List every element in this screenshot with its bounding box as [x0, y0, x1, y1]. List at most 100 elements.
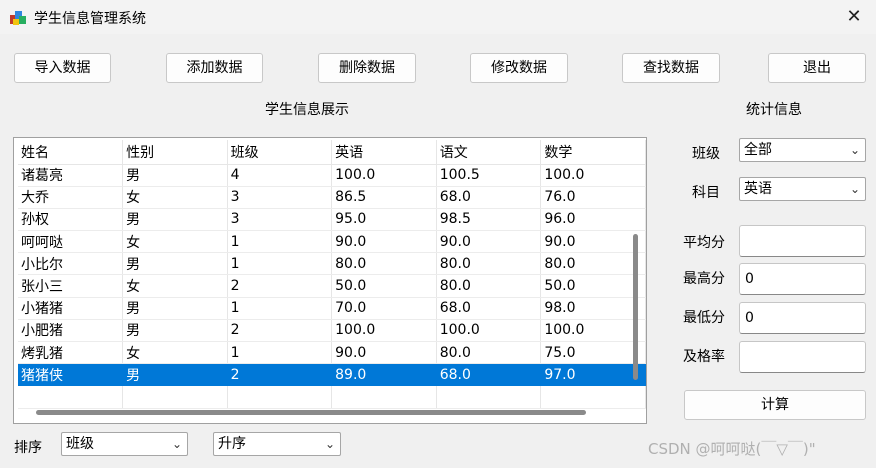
table-cell[interactable]: 90.0 — [436, 230, 542, 254]
find-button[interactable]: 查找数据 — [622, 53, 720, 83]
table-cell — [436, 385, 542, 409]
table-cell[interactable]: 95.0 — [331, 208, 437, 232]
table-cell[interactable]: 男 — [122, 363, 228, 387]
table-cell[interactable]: 100.0 — [436, 319, 542, 343]
table-cell[interactable]: 100.5 — [436, 164, 542, 187]
table-cell[interactable]: 小比尔 — [18, 252, 124, 276]
add-button[interactable]: 添加数据 — [166, 53, 263, 83]
table-cell[interactable]: 孙权 — [18, 208, 124, 232]
import-button[interactable]: 导入数据 — [14, 53, 111, 83]
table-cell[interactable]: 50.0 — [540, 274, 646, 298]
table-row[interactable]: 诸葛亮男 4 100.0 100.5 100.0 — [18, 164, 646, 187]
table-cell[interactable]: 80.0 — [331, 252, 437, 276]
table-cell[interactable]: 男 — [122, 164, 228, 187]
table-cell[interactable]: 猪猪侠 — [18, 363, 124, 387]
table-cell[interactable]: 2 — [227, 274, 333, 298]
table-cell[interactable]: 女 — [122, 341, 228, 365]
class-select[interactable]: 全部 ⌄ — [739, 138, 866, 162]
table-row[interactable]: 烤乳猪女 1 90.0 80.0 75.0 — [18, 341, 646, 365]
table-cell[interactable]: 50.0 — [331, 274, 437, 298]
column-header[interactable]: 英语 — [331, 140, 437, 165]
table-cell[interactable]: 男 — [122, 319, 228, 343]
table-cell[interactable]: 女 — [122, 230, 228, 254]
pass-rate-field[interactable] — [739, 341, 866, 373]
calculate-button[interactable]: 计算 — [684, 390, 866, 420]
table-cell[interactable]: 98.5 — [436, 208, 542, 232]
table-cell[interactable]: 烤乳猪 — [18, 341, 124, 365]
table-cell[interactable]: 女 — [122, 186, 228, 209]
table-cell[interactable]: 90.0 — [331, 341, 437, 365]
table-cell[interactable]: 1 — [227, 252, 333, 276]
table-row[interactable]: 张小三女 2 50.0 80.0 50.0 — [18, 274, 646, 298]
table-cell[interactable]: 男 — [122, 297, 228, 320]
column-header[interactable]: 姓名 — [18, 140, 124, 165]
student-grid[interactable]: 姓名 性别 班级 英语 语文 数学 诸葛亮男 4 100.0 100.5 100.0 大乔女 3 86.5… — [18, 140, 646, 409]
exit-button[interactable]: 退出 — [768, 53, 866, 83]
subject-select[interactable]: 英语 ⌄ — [739, 177, 866, 201]
table-cell[interactable]: 女 — [122, 274, 228, 298]
horizontal-scrollbar[interactable] — [36, 410, 586, 415]
table-cell[interactable]: 诸葛亮 — [18, 164, 124, 187]
table-cell[interactable]: 80.0 — [436, 274, 542, 298]
table-row[interactable]: 呵呵哒女 1 90.0 90.0 90.0 — [18, 230, 646, 254]
column-header[interactable]: 性别 — [122, 140, 228, 165]
table-row[interactable]: 猪猪侠男 2 89.0 68.0 97.0 — [18, 363, 646, 387]
table-cell[interactable]: 男 — [122, 252, 228, 276]
column-header[interactable]: 数学 — [540, 140, 646, 165]
vertical-scrollbar[interactable] — [633, 234, 638, 380]
table-cell[interactable]: 1 — [227, 230, 333, 254]
table-cell[interactable]: 96.0 — [540, 208, 646, 232]
table-cell[interactable]: 90.0 — [331, 230, 437, 254]
max-field[interactable]: 0 — [739, 263, 866, 295]
table-cell[interactable]: 3 — [227, 186, 333, 209]
table-cell[interactable]: 1 — [227, 297, 333, 320]
table-cell[interactable]: 68.0 — [436, 297, 542, 320]
table-cell[interactable]: 1 — [227, 341, 333, 365]
table-cell[interactable]: 4 — [227, 164, 333, 187]
table-row[interactable]: 小比尔男 1 80.0 80.0 80.0 — [18, 252, 646, 276]
table-cell[interactable]: 89.0 — [331, 363, 437, 387]
min-field[interactable]: 0 — [739, 302, 866, 334]
table-cell[interactable]: 75.0 — [540, 341, 646, 365]
table-cell[interactable]: 大乔 — [18, 186, 124, 209]
chevron-down-icon: ⌄ — [171, 437, 182, 451]
table-cell[interactable]: 97.0 — [540, 363, 646, 387]
table-cell[interactable]: 小猪猪 — [18, 297, 124, 320]
table-row[interactable]: 孙权男 3 95.0 98.5 96.0 — [18, 208, 646, 232]
table-row[interactable]: 小猪猪男 1 70.0 68.0 98.0 — [18, 297, 646, 320]
student-table[interactable]: 姓名 性别 班级 英语 语文 数学 诸葛亮男 4 100.0 100.5 100.0 大乔女 3 86.5… — [13, 137, 647, 424]
table-cell[interactable]: 90.0 — [540, 230, 646, 254]
table-cell[interactable]: 68.0 — [436, 186, 542, 209]
table-cell[interactable]: 3 — [227, 208, 333, 232]
delete-button[interactable]: 删除数据 — [318, 53, 416, 83]
table-cell[interactable]: 张小三 — [18, 274, 124, 298]
column-header[interactable]: 班级 — [227, 140, 333, 165]
table-cell[interactable]: 80.0 — [540, 252, 646, 276]
avg-field[interactable] — [739, 225, 866, 257]
table-row[interactable]: 小肥猪男 2 100.0 100.0 100.0 — [18, 319, 646, 343]
table-cell[interactable]: 男 — [122, 208, 228, 232]
table-cell[interactable]: 80.0 — [436, 252, 542, 276]
table-cell — [540, 385, 646, 409]
table-row[interactable]: 大乔女 3 86.5 68.0 76.0 — [18, 186, 646, 209]
table-cell[interactable]: 70.0 — [331, 297, 437, 320]
table-cell[interactable]: 2 — [227, 363, 333, 387]
table-cell[interactable]: 100.0 — [540, 164, 646, 187]
table-cell[interactable]: 100.0 — [331, 164, 437, 187]
modify-button[interactable]: 修改数据 — [470, 53, 568, 83]
close-icon[interactable]: ✕ — [840, 4, 868, 30]
table-cell[interactable]: 68.0 — [436, 363, 542, 387]
sort-order-select[interactable]: 升序 ⌄ — [213, 432, 341, 456]
table-cell[interactable]: 100.0 — [331, 319, 437, 343]
sort-field-select[interactable]: 班级 ⌄ — [61, 432, 188, 456]
table-cell[interactable]: 80.0 — [436, 341, 542, 365]
table-cell[interactable]: 76.0 — [540, 186, 646, 209]
table-cell[interactable]: 2 — [227, 319, 333, 343]
column-header[interactable]: 语文 — [436, 140, 542, 165]
table-cell[interactable]: 86.5 — [331, 186, 437, 209]
table-cell[interactable]: 100.0 — [540, 319, 646, 343]
table-cell[interactable]: 98.0 — [540, 297, 646, 320]
table-cell[interactable]: 小肥猪 — [18, 319, 124, 343]
table-row-empty — [18, 385, 646, 409]
table-cell[interactable]: 呵呵哒 — [18, 230, 124, 254]
